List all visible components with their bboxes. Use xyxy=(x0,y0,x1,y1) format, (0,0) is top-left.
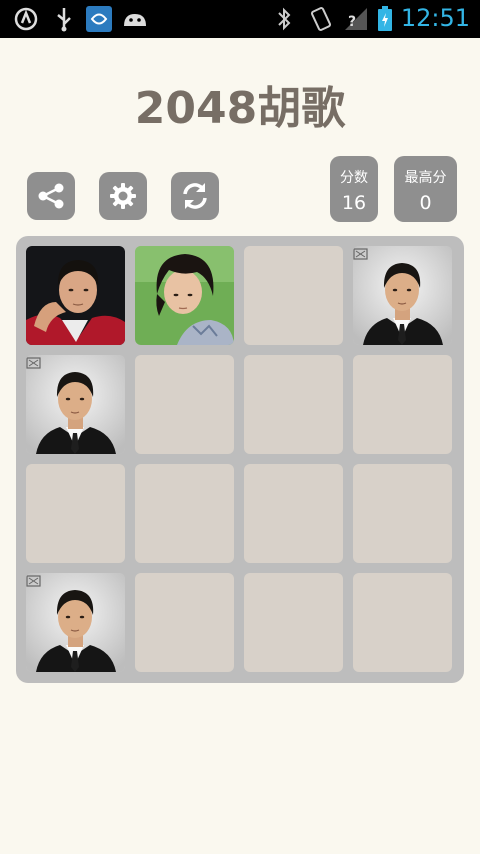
signal-icon: ? xyxy=(342,6,370,32)
status-time: 12:51 xyxy=(400,4,470,32)
empty-cell xyxy=(353,464,452,563)
score-box: 分数 16 xyxy=(330,156,378,222)
empty-cell xyxy=(353,355,452,454)
share-icon xyxy=(38,183,64,209)
empty-cell xyxy=(244,246,343,345)
best-score-label: 最高分 xyxy=(404,170,447,186)
best-score-value: 0 xyxy=(419,192,432,214)
empty-cell xyxy=(244,464,343,563)
settings-button[interactable] xyxy=(99,172,147,220)
empty-cell xyxy=(135,573,234,672)
usb-debug-icon xyxy=(12,6,40,32)
best-score-box: 最高分 0 xyxy=(394,156,457,222)
status-bar: ? 12:51 xyxy=(0,0,480,38)
score-label: 分数 xyxy=(340,170,368,186)
empty-cell xyxy=(135,355,234,454)
bluetooth-icon xyxy=(274,6,294,32)
empty-cell xyxy=(26,464,125,563)
usb-icon xyxy=(52,6,76,32)
photo-tile xyxy=(26,573,125,672)
photo-tile xyxy=(135,246,234,345)
photo-tile xyxy=(26,355,125,454)
app-title: 2048胡歌 xyxy=(134,83,346,134)
battery-charging-icon xyxy=(376,6,394,32)
empty-cell xyxy=(135,464,234,563)
android-icon xyxy=(120,6,150,32)
photo-tile xyxy=(26,246,125,345)
share-button[interactable] xyxy=(27,172,75,220)
vibrate-icon xyxy=(308,6,334,32)
photo-tile xyxy=(353,246,452,345)
restart-button[interactable] xyxy=(171,172,219,220)
score-value: 16 xyxy=(341,192,367,214)
gear-icon xyxy=(110,183,136,209)
app-notification-icon xyxy=(86,6,112,32)
game-board[interactable] xyxy=(16,236,464,683)
refresh-icon xyxy=(183,183,207,209)
empty-cell xyxy=(353,573,452,672)
empty-cell xyxy=(244,355,343,454)
svg-text:?: ? xyxy=(348,14,356,30)
empty-cell xyxy=(244,573,343,672)
